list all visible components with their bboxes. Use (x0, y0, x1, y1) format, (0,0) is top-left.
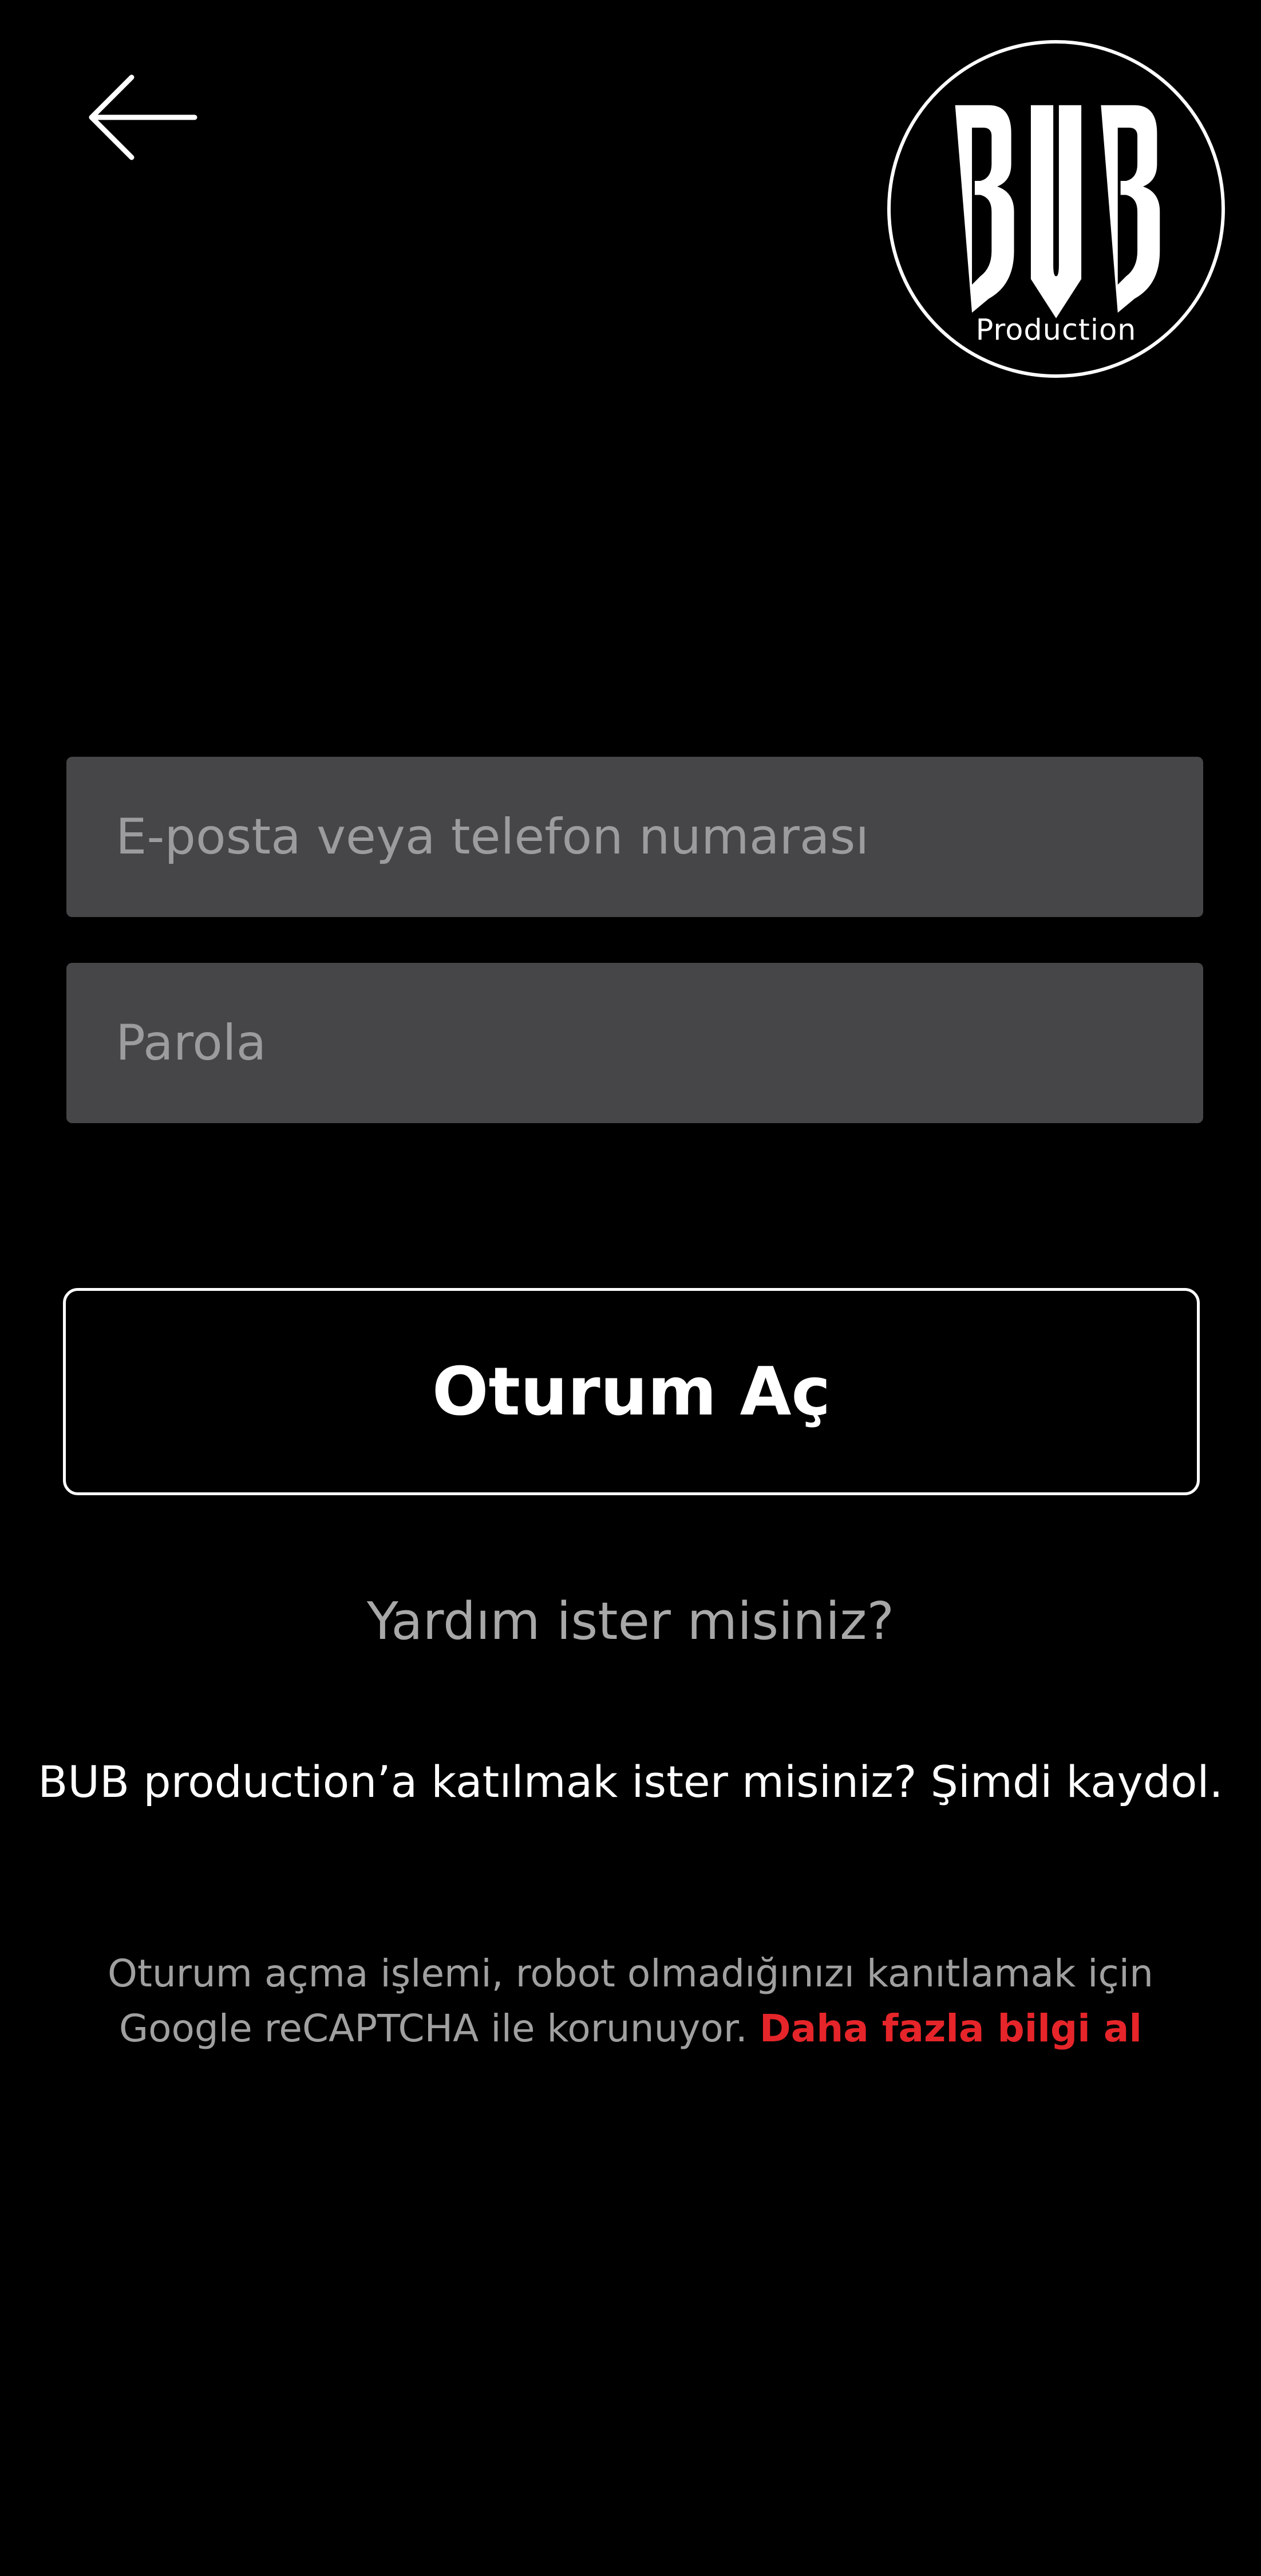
brand-logo: Production (887, 40, 1225, 378)
email-input[interactable] (66, 757, 1203, 917)
signin-button[interactable]: Oturum Aç (63, 1288, 1200, 1495)
recaptcha-notice: Oturum açma işlemi, robot olmadığınızı k… (57, 1946, 1204, 2056)
recaptcha-line-1: Oturum açma işlemi, robot olmadığınızı k… (108, 1951, 1153, 1996)
arrow-left-icon (89, 74, 197, 160)
signup-link[interactable]: BUB production’a katılmak ister misiniz?… (0, 1756, 1261, 1807)
back-button[interactable] (86, 69, 200, 166)
password-field[interactable] (66, 963, 1203, 1123)
help-link[interactable]: Yardım ister misiniz? (0, 1591, 1261, 1652)
password-input[interactable] (66, 963, 1203, 1123)
learn-more-link[interactable]: Daha fazla bilgi al (760, 2006, 1142, 2050)
recaptcha-line-2: Google reCAPTCHA ile korunuyor. (118, 2006, 748, 2050)
logo-subtext: Production (976, 313, 1137, 347)
email-field[interactable] (66, 757, 1203, 917)
